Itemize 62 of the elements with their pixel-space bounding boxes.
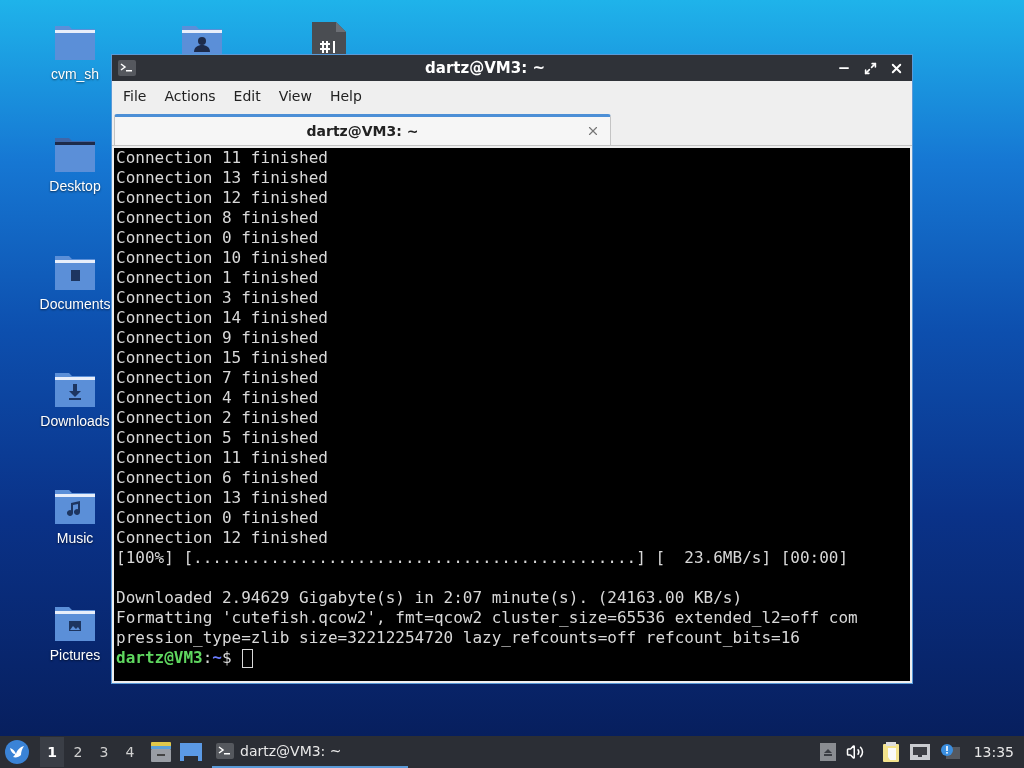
- close-icon: [586, 124, 600, 138]
- prompt-user-host: dartz@VM3: [116, 648, 203, 668]
- output-line: Downloaded 2.94629 Gigabyte(s) in 2:07 minute(s). (24163.00 KB/s): [116, 588, 743, 608]
- output-line: Connection 2 finished: [116, 408, 319, 428]
- output-line: Connection 8 finished: [116, 208, 319, 228]
- text-cursor: [241, 649, 253, 668]
- icon-label[interactable]: Desktop: [49, 178, 101, 194]
- output-line: Connection 3 finished: [116, 288, 319, 308]
- menu-item[interactable]: View: [271, 84, 319, 108]
- prompt-symbol: $: [222, 648, 232, 668]
- menu-item[interactable]: Edit: [226, 84, 268, 108]
- output-line: Connection 5 finished: [116, 428, 319, 448]
- clipboard-icon[interactable]: [881, 742, 900, 762]
- workspace-button[interactable]: 3: [92, 737, 116, 767]
- output-line: Connection 12 finished: [116, 528, 328, 548]
- clock[interactable]: 13:35: [973, 744, 1014, 760]
- folder-icon[interactable]: [182, 24, 222, 54]
- output-line: [100%] [..............................................] [ 23.6MB/s] [00:00]: [116, 548, 849, 568]
- output-line: Connection 6 finished: [116, 468, 319, 488]
- output-line: Connection 11 finished: [116, 148, 328, 168]
- icon-label[interactable]: Downloads: [40, 413, 110, 429]
- icon-label[interactable]: Pictures: [49, 647, 101, 663]
- output-line: Connection 15 finished: [116, 348, 328, 368]
- menu-item[interactable]: File: [116, 84, 154, 108]
- terminal-tab[interactable]: dartz@VM3: ~: [114, 114, 611, 145]
- output-line: Connection 11 finished: [116, 448, 328, 468]
- output-line: Formatting 'cutefish.qcow2', fmt=qcow2 cluster_size=65536 extended_l2=off com: [116, 608, 858, 628]
- output-line: Connection 0 finished: [116, 228, 319, 248]
- output-line: Connection 14 finished: [116, 308, 328, 328]
- menu-item[interactable]: Help: [322, 84, 369, 108]
- workspace-button[interactable]: 4: [118, 737, 142, 767]
- output-line: Connection 9 finished: [116, 328, 319, 348]
- output-line: Connection 1 finished: [116, 268, 319, 288]
- prompt-separator: :: [202, 648, 213, 668]
- icon-label[interactable]: Documents: [39, 296, 111, 312]
- maximize-icon: [863, 61, 877, 75]
- output-line: Connection 0 finished: [116, 508, 319, 528]
- script-file-icon[interactable]: [312, 22, 346, 54]
- prompt-path: ~: [212, 648, 222, 668]
- terminal-icon[interactable]: [118, 60, 136, 76]
- start-menu-icon[interactable]: [4, 739, 30, 765]
- eject-icon[interactable]: [819, 743, 836, 761]
- output-line: pression_type=zlib size=32212254720 lazy_refcounts=off refcount_bits=16: [116, 628, 800, 648]
- workspace-button[interactable]: 1: [40, 737, 64, 767]
- tab-label: dartz@VM3: ~: [305, 123, 420, 139]
- icon-label[interactable]: Music: [56, 530, 94, 546]
- file-cabinet-icon[interactable]: [150, 741, 172, 763]
- output-line: Connection 12 finished: [116, 188, 328, 208]
- network-icon[interactable]: [909, 744, 930, 760]
- terminal-icon[interactable]: [216, 743, 234, 759]
- notification-icon[interactable]: [939, 743, 960, 761]
- workspace-button[interactable]: 2: [66, 737, 90, 767]
- output-line: Connection 7 finished: [116, 368, 319, 388]
- show-desktop-icon[interactable]: [180, 743, 202, 761]
- menu-item[interactable]: Actions: [157, 84, 223, 108]
- volume-icon[interactable]: [845, 743, 864, 761]
- output-line: Connection 13 finished: [116, 168, 328, 188]
- output-line: Connection 13 finished: [116, 488, 328, 508]
- window-title: dartz@VM3: ~: [424, 59, 546, 77]
- output-line: Connection 4 finished: [116, 388, 319, 408]
- output-line: Connection 10 finished: [116, 248, 328, 268]
- taskbar-task-button[interactable]: dartz@VM3: ~: [212, 736, 408, 768]
